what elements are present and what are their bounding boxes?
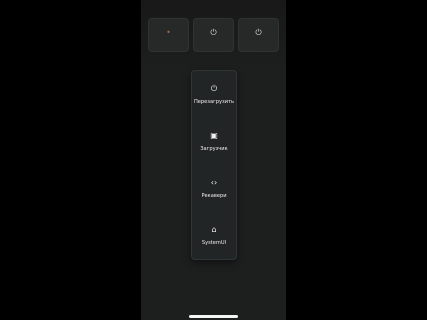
menu-item-restart[interactable]: ⏻ Перезагрузить xyxy=(192,82,236,105)
power-icon: ⏻ xyxy=(255,28,262,37)
restart-icon: ⏻ xyxy=(210,84,218,93)
top-control-3[interactable]: ⏻ xyxy=(238,18,279,52)
menu-item-label: Загрузчик xyxy=(200,146,228,152)
power-icon: ⏻ xyxy=(210,28,217,37)
reboot-menu: ⏻ Перезагрузить ▣ Загрузчик ‹› Рекавери … xyxy=(191,70,237,260)
menu-item-label: Рекавери xyxy=(201,193,227,199)
recovery-icon: ‹› xyxy=(210,178,218,187)
menu-item-label: Перезагрузить xyxy=(193,99,235,105)
top-control-2[interactable]: ⏻ xyxy=(193,18,234,52)
screen-capture: • ⏻ ⏻ ⏻ Перезагрузить ▣ Загрузчик ‹› Рек… xyxy=(0,0,427,320)
menu-item-systemui[interactable]: ⌂ SystemUI xyxy=(192,223,236,246)
menu-item-bootloader[interactable]: ▣ Загрузчик xyxy=(192,129,236,152)
top-controls: • ⏻ ⏻ xyxy=(148,18,279,53)
systemui-icon: ⌂ xyxy=(211,225,217,234)
dot-icon: • xyxy=(166,28,171,37)
bootloader-icon: ▣ xyxy=(210,131,218,140)
home-indicator[interactable] xyxy=(189,315,238,318)
menu-item-recovery[interactable]: ‹› Рекавери xyxy=(192,176,236,199)
phone-screen: • ⏻ ⏻ ⏻ Перезагрузить ▣ Загрузчик ‹› Рек… xyxy=(141,0,286,320)
top-control-1[interactable]: • xyxy=(148,18,189,52)
menu-item-label: SystemUI xyxy=(201,240,227,246)
